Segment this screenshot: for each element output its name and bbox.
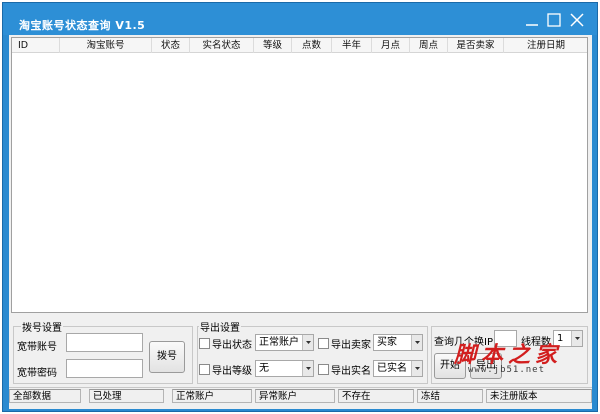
chevron-down-icon[interactable] <box>302 335 313 350</box>
export-status-value: 正常账户 <box>259 337 299 348</box>
column-header-reg-date[interactable]: 注册日期 <box>504 38 588 53</box>
status-version: 未注册版本 <box>486 389 592 403</box>
status-all: 全部数据 <box>9 389 81 403</box>
export-settings-title: 导出设置 <box>199 319 241 334</box>
account-list[interactable]: ID 淘宝账号 状态 实名状态 等级 点数 半年 月点 周点 是否卖家 注册日期 <box>11 37 588 313</box>
column-header-level[interactable]: 等级 <box>254 38 292 53</box>
status-frozen: 冻结 <box>417 389 483 403</box>
account-input[interactable] <box>66 333 143 352</box>
export-realname-select[interactable]: 已实名 <box>373 360 423 377</box>
export-status-checkbox[interactable]: 导出状态 <box>199 336 252 351</box>
export-status-select[interactable]: 正常账户 <box>255 334 314 351</box>
export-level-value: 无 <box>259 363 269 374</box>
status-processed: 已处理 <box>89 389 164 403</box>
site-watermark: 脚本之家 www.jb51.net <box>454 337 600 383</box>
chevron-down-icon[interactable] <box>302 361 313 376</box>
status-not-exist: 不存在 <box>338 389 414 403</box>
column-header-account[interactable]: 淘宝账号 <box>60 38 152 53</box>
export-seller-checkbox[interactable]: 导出卖家 <box>318 336 371 351</box>
column-header-points[interactable]: 点数 <box>292 38 332 53</box>
column-header-status[interactable]: 状态 <box>152 38 190 53</box>
column-header-month-points[interactable]: 月点 <box>372 38 410 53</box>
dial-settings-title: 拨号设置 <box>21 319 63 334</box>
maximize-icon[interactable] <box>546 12 562 28</box>
export-realname-checkbox[interactable]: 导出实名 <box>318 362 371 377</box>
export-level-label: 导出等级 <box>212 366 252 377</box>
export-seller-label: 导出卖家 <box>331 340 371 351</box>
account-label: 宽带账号 <box>17 342 57 353</box>
export-status-label: 导出状态 <box>212 340 252 351</box>
window-title: 淘宝账号状态查询 V1.5 <box>19 19 146 32</box>
password-input[interactable] <box>66 359 143 378</box>
export-level-checkbox[interactable]: 导出等级 <box>199 362 252 377</box>
export-realname-value: 已实名 <box>377 363 407 374</box>
watermark-url: www.jb51.net <box>468 365 546 375</box>
list-header: ID 淘宝账号 状态 实名状态 等级 点数 半年 月点 周点 是否卖家 注册日期 <box>12 38 587 53</box>
checkbox-box[interactable] <box>318 364 329 375</box>
column-header-week-points[interactable]: 周点 <box>410 38 448 53</box>
close-icon[interactable] <box>569 12 585 28</box>
column-header-half-year[interactable]: 半年 <box>332 38 372 53</box>
status-abnormal: 异常账户 <box>255 389 335 403</box>
status-normal: 正常账户 <box>172 389 252 403</box>
password-label: 宽带密码 <box>17 368 57 379</box>
title-bar[interactable]: 淘宝账号状态查询 V1.5 <box>3 3 597 35</box>
chevron-down-icon[interactable] <box>411 335 422 350</box>
export-seller-select[interactable]: 买家 <box>373 334 423 351</box>
checkbox-box[interactable] <box>199 364 210 375</box>
export-realname-label: 导出实名 <box>331 366 371 377</box>
column-header-id[interactable]: ID <box>12 38 60 53</box>
export-seller-value: 买家 <box>377 337 397 348</box>
checkbox-box[interactable] <box>318 338 329 349</box>
column-header-is-seller[interactable]: 是否卖家 <box>448 38 504 53</box>
column-header-realname[interactable]: 实名状态 <box>190 38 254 53</box>
dial-button[interactable]: 拨号 <box>149 341 185 373</box>
minimize-icon[interactable] <box>524 12 540 28</box>
status-bar: 全部数据 已处理 正常账户 异常账户 不存在 冻结 未注册版本 <box>9 387 592 403</box>
export-level-select[interactable]: 无 <box>255 360 314 377</box>
chevron-down-icon[interactable] <box>411 361 422 376</box>
checkbox-box[interactable] <box>199 338 210 349</box>
